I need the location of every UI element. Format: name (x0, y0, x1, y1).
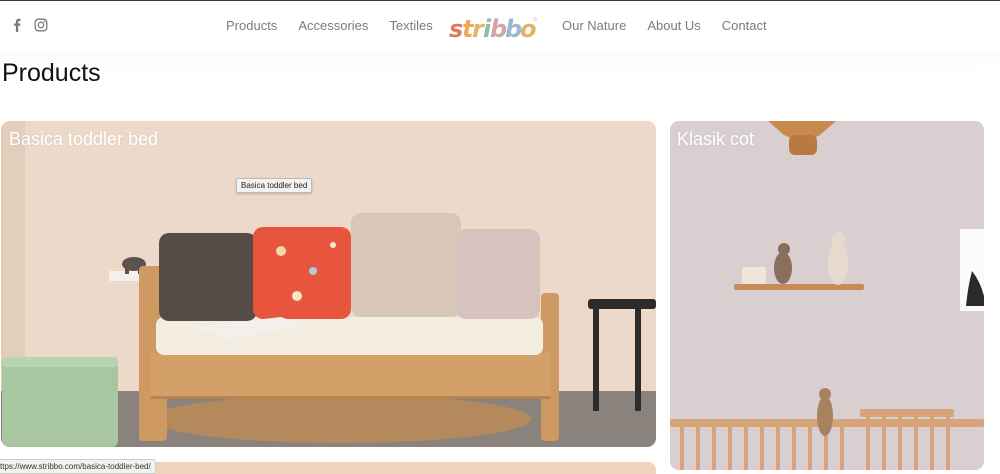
card-title-klasik-cot: Klasik cot (677, 129, 755, 149)
instagram-icon[interactable] (34, 18, 48, 32)
link-tooltip: Basica toddler bed (236, 178, 313, 193)
nav-link-products[interactable]: Products (226, 18, 277, 33)
product-photo-basica-toddler-bed (1, 121, 656, 447)
social-links (10, 18, 48, 32)
site-header: Products Accessories Textiles s t r i b … (0, 1, 1000, 53)
primary-nav-right: Our Nature About Us Contact (562, 18, 767, 33)
page-title: Products (2, 59, 101, 87)
primary-nav-left: Products Accessories Textiles (226, 18, 433, 33)
facebook-icon[interactable] (10, 18, 24, 32)
product-photo-klasik-cot (670, 121, 984, 470)
card-title-basica-toddler-bed: Basica toddler bed (9, 129, 159, 149)
nav-link-accessories[interactable]: Accessories (298, 18, 368, 33)
browser-status-url: ttps://www.stribbo.com/basica-toddler-be… (0, 459, 156, 474)
svg-text:o: o (520, 15, 537, 43)
nav-link-our-nature[interactable]: Our Nature (562, 18, 626, 33)
product-card-klasik-cot[interactable]: Klasik cot (670, 121, 984, 470)
product-card-basica-toddler-bed[interactable]: Basica toddler bed (1, 121, 656, 447)
nav-link-contact[interactable]: Contact (722, 18, 767, 33)
nav-link-textiles[interactable]: Textiles (389, 18, 432, 33)
stribbo-logo[interactable]: s t r i b b o (448, 13, 538, 43)
nav-link-about-us[interactable]: About Us (647, 18, 700, 33)
